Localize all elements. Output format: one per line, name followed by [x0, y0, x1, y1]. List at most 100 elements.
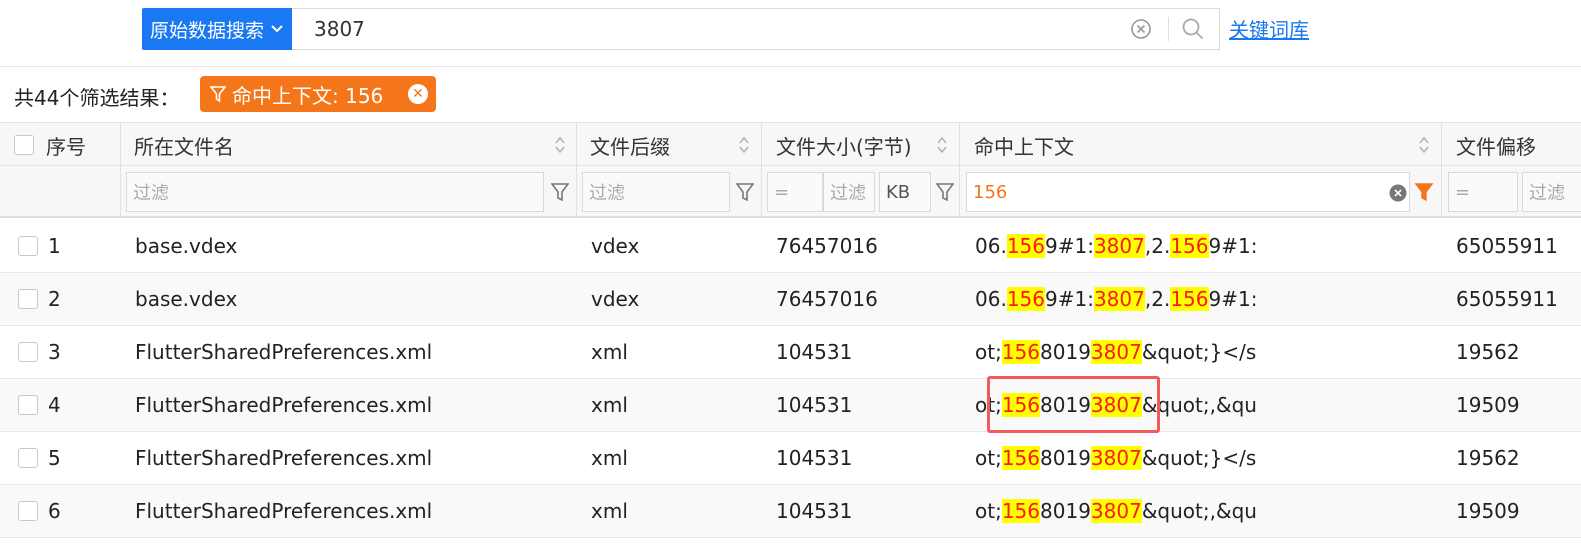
checkbox[interactable]	[18, 501, 38, 521]
select-all-checkbox[interactable]	[14, 123, 34, 167]
match-highlight: 3807	[1093, 287, 1145, 311]
row-checkbox[interactable]	[18, 485, 38, 537]
offset-operator-select[interactable]: =	[1448, 172, 1518, 212]
keyword-library-link[interactable]: 关键词库	[1229, 14, 1309, 43]
context-filter-input[interactable]: 156	[966, 172, 1410, 212]
context-text: ot;	[975, 340, 1002, 364]
row-filename: FlutterSharedPreferences.xml	[135, 340, 433, 364]
search-icon[interactable]	[1181, 17, 1205, 41]
header-index: 序号	[46, 134, 86, 159]
clear-icon[interactable]	[1130, 18, 1152, 40]
row-size: 104531	[776, 340, 853, 364]
table-row[interactable]: 6 FlutterSharedPreferences.xml xml 104531 ot…	[0, 485, 1581, 538]
sort-icon[interactable]	[1418, 135, 1430, 155]
checkbox[interactable]	[18, 395, 38, 415]
match-highlight: 3807	[1093, 234, 1145, 258]
match-highlight: 156	[1001, 393, 1041, 417]
row-offset: 19509	[1456, 393, 1520, 417]
row-context: 06. 156 9#1: 3807,2. 156 9#1:	[975, 273, 1257, 325]
search-type-label: 原始数据搜索	[149, 19, 264, 42]
row-size: 76457016	[776, 287, 878, 311]
filter-icon[interactable]	[551, 182, 569, 202]
match-highlight: 3807	[1090, 499, 1142, 523]
size-operator-select[interactable]: =	[767, 172, 823, 212]
sort-icon[interactable]	[554, 135, 566, 155]
row-checkbox[interactable]	[18, 273, 38, 325]
row-offset: 19562	[1456, 340, 1520, 364]
match-highlight: 156	[1001, 340, 1041, 364]
row-context: ot; 156 8019 3807 &quot;}</s	[975, 326, 1256, 378]
context-text: &quot;,&qu	[1141, 393, 1257, 417]
header-offset[interactable]: 文件偏移	[1456, 123, 1536, 167]
row-offset: 19509	[1456, 499, 1520, 523]
row-offset: 65055911	[1456, 234, 1558, 258]
table-row[interactable]: 2 base.vdex vdex 76457016 06. 156 9#1: 3807,2. 1…	[0, 273, 1581, 326]
match-highlight: 3807	[1090, 340, 1142, 364]
context-text: &quot;,&qu	[1141, 499, 1257, 523]
row-checkbox[interactable]	[18, 379, 38, 431]
row-size: 76457016	[776, 234, 878, 258]
search-input[interactable]	[292, 9, 1130, 49]
sort-icon[interactable]	[738, 135, 750, 155]
context-text: 06.	[975, 234, 1007, 258]
row-filename: FlutterSharedPreferences.xml	[135, 446, 433, 470]
filter-icon[interactable]	[1415, 182, 1433, 202]
divider	[761, 122, 762, 218]
search-type-dropdown[interactable]: 原始数据搜索	[142, 8, 292, 50]
match-highlight: 156	[1001, 446, 1041, 470]
row-filename: FlutterSharedPreferences.xml	[135, 499, 433, 523]
clear-icon[interactable]	[1389, 184, 1407, 202]
table-row[interactable]: 3 FlutterSharedPreferences.xml xml 104531 ot…	[0, 326, 1581, 379]
context-text: &quot;}</s	[1141, 340, 1257, 364]
offset-filter-input[interactable]: 过滤	[1522, 172, 1581, 212]
filter-icon[interactable]	[736, 182, 754, 202]
match-highlight: 3807	[1090, 446, 1142, 470]
table-row[interactable]: 5 FlutterSharedPreferences.xml xml 104531 ot…	[0, 432, 1581, 485]
size-unit-select[interactable]: KB	[879, 172, 931, 212]
row-filename: base.vdex	[135, 287, 238, 311]
checkbox[interactable]	[18, 448, 38, 468]
row-context: ot; 156 8019 3807 &quot;}</s	[975, 432, 1256, 484]
size-filter-input[interactable]: 过滤	[823, 172, 875, 212]
row-suffix: xml	[591, 393, 628, 417]
table-row[interactable]: 4 FlutterSharedPreferences.xml xml 104531 ot…	[0, 379, 1581, 432]
row-offset: 19562	[1456, 446, 1520, 470]
search-divider	[1168, 17, 1169, 41]
row-index: 1	[48, 234, 61, 258]
context-text: ,2.	[1144, 234, 1171, 258]
row-checkbox[interactable]	[18, 220, 38, 272]
active-filter-tag[interactable]: 命中上下文: 156 ✕	[200, 76, 436, 112]
divider	[1441, 122, 1442, 218]
context-text: ot;	[975, 499, 1002, 523]
table-row[interactable]: 1 base.vdex vdex 76457016 06. 156 9#1: 3807,2. 1…	[0, 220, 1581, 273]
row-index: 2	[48, 287, 61, 311]
header-suffix[interactable]: 文件后缀	[590, 123, 670, 167]
search-input-wrap	[292, 8, 1220, 50]
row-index: 3	[48, 340, 61, 364]
close-icon[interactable]: ✕	[408, 84, 428, 104]
table-header: 序号 所在文件名 文件后缀 文件大小(字节) 命中上下文 文件偏移	[0, 122, 1581, 166]
header-size[interactable]: 文件大小(字节)	[776, 123, 912, 167]
checkbox[interactable]	[18, 236, 38, 256]
chevron-down-icon	[271, 25, 283, 33]
context-text: 8019	[1040, 499, 1091, 523]
checkbox[interactable]	[18, 289, 38, 309]
row-suffix: xml	[591, 499, 628, 523]
context-text: 9#1:	[1045, 287, 1094, 311]
row-offset: 65055911	[1456, 287, 1558, 311]
checkbox[interactable]	[18, 342, 38, 362]
sort-icon[interactable]	[936, 135, 948, 155]
row-checkbox[interactable]	[18, 432, 38, 484]
row-suffix: xml	[591, 340, 628, 364]
filter-icon[interactable]	[936, 182, 954, 202]
suffix-filter-input[interactable]: 过滤	[582, 172, 730, 212]
filename-filter-input[interactable]: 过滤	[126, 172, 544, 212]
row-suffix: vdex	[591, 234, 640, 258]
divider	[0, 66, 1581, 67]
header-filename[interactable]: 所在文件名	[134, 123, 234, 167]
header-context[interactable]: 命中上下文	[974, 123, 1074, 167]
row-size: 104531	[776, 446, 853, 470]
match-highlight: 156	[1170, 287, 1209, 311]
context-text: ,2.	[1144, 287, 1171, 311]
row-checkbox[interactable]	[18, 326, 38, 378]
